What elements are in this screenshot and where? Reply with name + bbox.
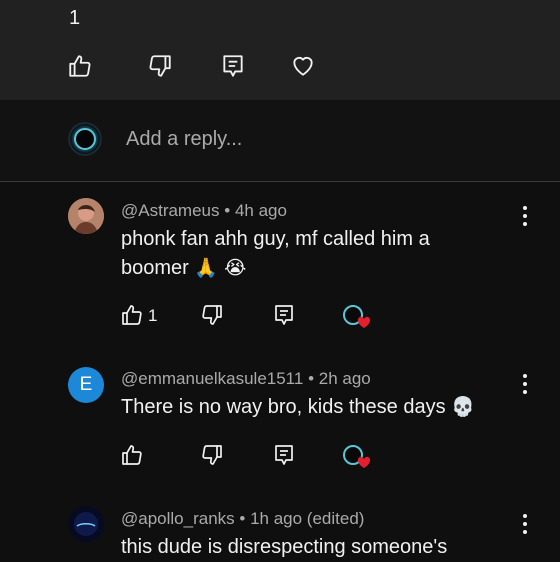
comment-text-line: There is no way bro, kids these days <box>121 396 446 418</box>
comment-emojis: 💀 <box>451 396 475 418</box>
meta-separator: • <box>239 509 251 528</box>
creator-heart-icon[interactable] <box>340 302 371 332</box>
reply-input[interactable]: Add a reply... <box>126 128 242 151</box>
comment-time: 4h ago <box>234 201 287 220</box>
meta-separator: • <box>224 201 235 220</box>
heart-icon[interactable] <box>290 53 316 79</box>
avatar-ring-icon <box>74 128 96 150</box>
comment-text: There is no way bro, kids these days 💀 <box>121 393 521 422</box>
comment-time: 1h ago (edited) <box>250 509 365 528</box>
creator-heart-icon[interactable] <box>340 442 371 472</box>
like-count: 1 <box>148 306 158 325</box>
comment-author[interactable]: @Astrameus <box>121 201 220 220</box>
more-options-icon[interactable] <box>518 372 532 396</box>
comment-text: phonk fan ahh guy, mf called him a boome… <box>121 225 501 283</box>
dislike-icon[interactable] <box>147 53 173 79</box>
comment-meta: @Astrameus • 4h ago <box>121 201 287 221</box>
like-icon[interactable] <box>67 53 93 79</box>
comment-emojis: 🙏 😭 <box>194 257 247 279</box>
comment-author[interactable]: @emmanuelkasule1511 <box>121 369 303 388</box>
comment-text: this dude is disrespecting someone's <box>121 536 448 558</box>
comment-meta: @emmanuelkasule1511 • 2h ago <box>121 369 371 389</box>
more-options-icon[interactable] <box>518 204 532 228</box>
dislike-icon[interactable] <box>200 443 224 467</box>
like-icon[interactable] <box>120 303 144 327</box>
comment-text-line: boomer 🙏 😭 <box>121 257 247 279</box>
comment-text-line: phonk fan ahh guy, mf called him a <box>121 228 430 250</box>
reply-icon[interactable] <box>220 53 246 79</box>
reply-count: 1 <box>69 7 81 29</box>
avatar[interactable]: E <box>68 367 104 403</box>
comment-author[interactable]: @apollo_ranks <box>121 509 235 528</box>
avatar[interactable] <box>68 198 104 234</box>
like-icon[interactable] <box>120 443 144 467</box>
user-avatar <box>68 122 102 156</box>
comment-meta: @apollo_ranks • 1h ago (edited) <box>121 509 364 529</box>
previous-comment-panel: 1 <box>0 0 560 100</box>
reply-icon[interactable] <box>272 443 296 467</box>
dislike-icon[interactable] <box>200 303 224 327</box>
avatar[interactable] <box>68 506 104 542</box>
reply-icon[interactable] <box>272 303 296 327</box>
meta-separator: • <box>308 369 319 388</box>
comment-time: 2h ago <box>318 369 371 388</box>
more-options-icon[interactable] <box>518 512 532 536</box>
